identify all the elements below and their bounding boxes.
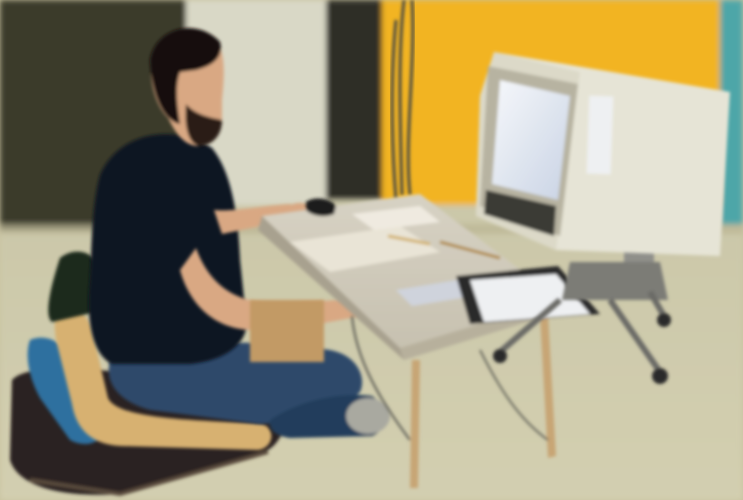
monitor-screen xyxy=(492,80,570,200)
photo-scene xyxy=(0,0,743,500)
photo-illustration xyxy=(0,0,743,500)
person-torso xyxy=(88,134,247,364)
sock xyxy=(346,398,390,434)
desk-drawer xyxy=(250,300,324,362)
note-on-monitor xyxy=(586,95,614,175)
dark-gap xyxy=(326,0,382,200)
